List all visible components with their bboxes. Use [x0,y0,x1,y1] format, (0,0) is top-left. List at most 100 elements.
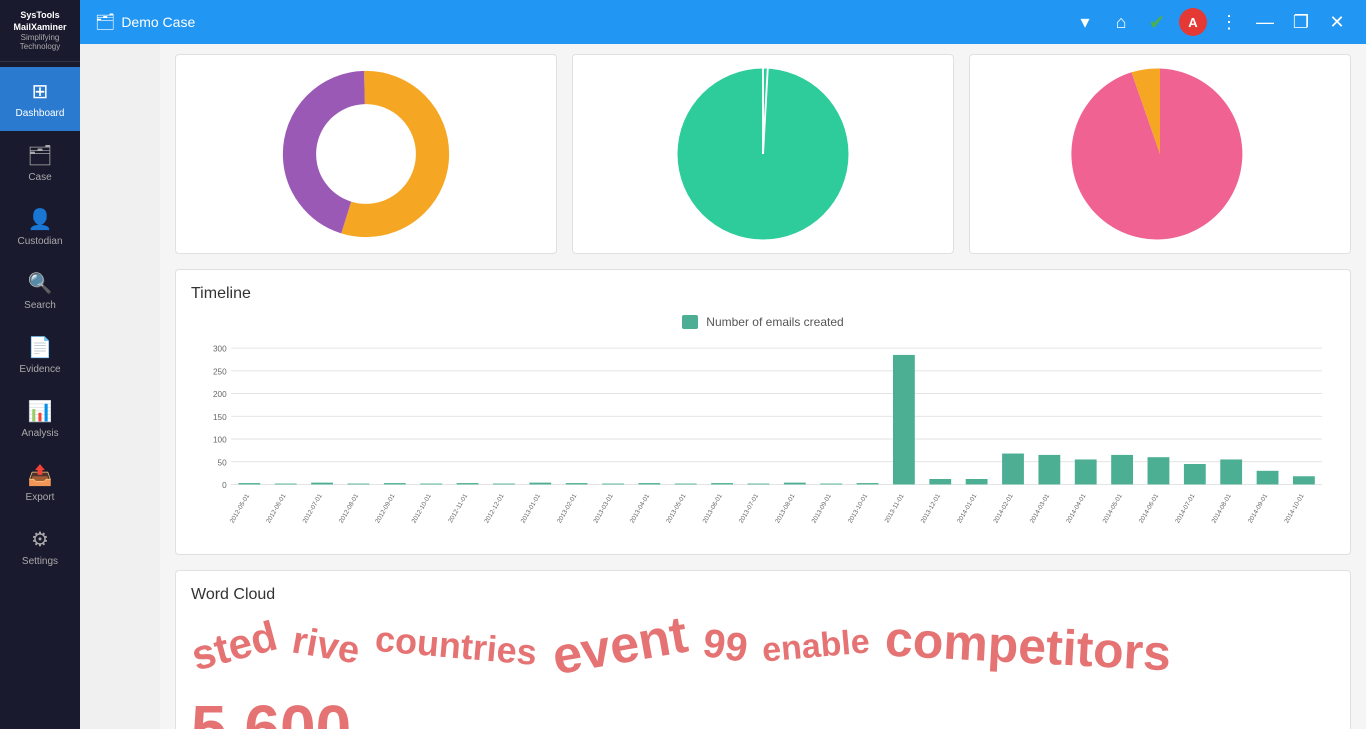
export-icon: 📤 [28,463,53,488]
case-icon-topbar: 🗂 [95,12,115,32]
sidebar-label-search: Search [24,300,56,311]
svg-text:2012-07-01: 2012-07-01 [301,492,324,524]
sidebar-item-evidence[interactable]: 📄 Evidence [0,323,80,387]
sidebar-label-analysis: Analysis [21,428,58,439]
sidebar-item-case[interactable]: 🗂 Case [0,131,80,195]
svg-text:2013-12-01: 2013-12-01 [920,492,943,524]
sidebar-label-custodian: Custodian [17,236,62,247]
avatar[interactable]: A [1179,8,1207,36]
sidebar-item-settings[interactable]: ⚙ Settings [0,515,80,579]
svg-text:2012-05-01: 2012-05-01 [229,492,252,524]
sidebar-label-dashboard: Dashboard [16,108,65,119]
sidebar-label-settings: Settings [22,556,58,567]
case-icon: 🗂 [27,143,52,168]
sidebar-item-search[interactable]: 🔍 Search [0,259,80,323]
svg-text:200: 200 [213,390,227,399]
svg-text:2013-01-01: 2013-01-01 [520,492,543,524]
search-icon: 🔍 [28,271,53,296]
word-countries[interactable]: countries [373,618,538,674]
svg-text:2014-04-01: 2014-04-01 [1065,492,1088,524]
evidence-icon: 📄 [28,335,53,360]
legend-color-box [682,315,698,329]
dropdown-button[interactable]: ▾ [1071,8,1099,36]
restore-button[interactable]: ❐ [1287,8,1315,36]
svg-text:2012-10-01: 2012-10-01 [411,492,434,524]
svg-text:2013-09-01: 2013-09-01 [811,492,834,524]
svg-text:2012-12-01: 2012-12-01 [483,492,506,524]
svg-text:2013-04-01: 2013-04-01 [629,492,652,524]
svg-text:2014-03-01: 2014-03-01 [1029,492,1052,524]
word-enable[interactable]: enable [761,622,872,670]
svg-text:2012-09-01: 2012-09-01 [374,492,397,524]
sidebar-item-dashboard[interactable]: ⊞ Dashboard [0,67,80,131]
svg-text:2013-07-01: 2013-07-01 [738,492,761,524]
sidebar-item-analysis[interactable]: 📊 Analysis [0,387,80,451]
svg-text:150: 150 [213,413,227,422]
svg-text:2012-11-01: 2012-11-01 [447,492,469,524]
timeline-title: Timeline [191,285,1335,303]
main-content: Timeline Number of emails created 0 50 100… [160,44,1366,729]
svg-text:2013-11-01: 2013-11-01 [884,492,906,524]
word-cloud-words: sted rive countries event 99 enable comp… [191,616,1335,729]
svg-text:2013-03-01: 2013-03-01 [592,492,615,524]
word-event[interactable]: event [548,605,692,688]
close-button[interactable]: ✕ [1323,8,1351,36]
more-button[interactable]: ⋮ [1215,8,1243,36]
case-name: Demo Case [121,14,195,30]
sidebar-label-evidence: Evidence [19,364,60,375]
svg-text:2013-10-01: 2013-10-01 [847,492,870,524]
sidebar-label-case: Case [28,172,51,183]
svg-text:2014-01-01: 2014-01-01 [956,492,979,524]
custodian-icon: 👤 [28,207,53,232]
word-sted[interactable]: sted [186,612,282,681]
svg-text:2014-07-01: 2014-07-01 [1174,492,1197,524]
analysis-icon: 📊 [28,399,53,424]
sidebar-item-export[interactable]: 📤 Export [0,451,80,515]
word-rive[interactable]: rive [289,619,363,673]
svg-text:300: 300 [213,345,227,354]
svg-text:2013-06-01: 2013-06-01 [701,492,724,524]
sidebar: SysTools MailXaminer Simplifying Technol… [0,0,80,729]
svg-text:2012-06-01: 2012-06-01 [265,492,288,524]
dashboard-icon: ⊞ [32,79,49,104]
svg-text:2012-08-01: 2012-08-01 [338,492,361,524]
svg-text:100: 100 [213,436,227,445]
svg-text:2014-08-01: 2014-08-01 [1211,492,1234,524]
charts-row [175,54,1351,254]
bar-chart-container: 0 50 100 150 200 250 300 2012-05-01 2012-06-01 20… [191,339,1335,539]
svg-text:50: 50 [218,458,228,467]
svg-text:250: 250 [213,367,227,376]
settings-icon: ⚙ [31,527,49,552]
svg-text:2013-02-01: 2013-02-01 [556,492,579,524]
content-area: Timeline Number of emails created 0 50 100… [160,44,1366,729]
timeline-section: Timeline Number of emails created 0 50 100… [175,269,1351,555]
word-cloud-title: Word Cloud [191,586,1335,604]
word-99[interactable]: 99 [700,621,750,672]
topbar: 🗂 Demo Case ▾ ⌂ ✔ A ⋮ — ❐ ✕ [80,0,1366,44]
sidebar-item-custodian[interactable]: 👤 Custodian [0,195,80,259]
svg-text:2014-09-01: 2014-09-01 [1247,492,1270,524]
svg-text:2014-05-01: 2014-05-01 [1101,492,1124,524]
sidebar-label-export: Export [26,492,55,503]
svg-text:2013-05-01: 2013-05-01 [665,492,688,524]
brand-title: SysTools MailXaminer [5,10,75,33]
topbar-icons: ▾ ⌂ ✔ A ⋮ — ❐ ✕ [1071,8,1351,36]
pie-chart-3 [969,54,1351,254]
word-cloud-section: Word Cloud sted rive countries event 99 … [175,570,1351,729]
svg-text:2014-02-01: 2014-02-01 [992,492,1015,524]
legend-label: Number of emails created [706,315,843,329]
word-competitors[interactable]: competitors [884,610,1173,683]
svg-text:2014-10-01: 2014-10-01 [1283,492,1306,524]
chart-legend: Number of emails created [191,315,1335,329]
sidebar-brand: SysTools MailXaminer Simplifying Technol… [0,0,80,62]
brand-sub: Simplifying Technology [5,33,75,51]
check-button[interactable]: ✔ [1143,8,1171,36]
pie-chart-2 [572,54,954,254]
svg-text:0: 0 [222,481,227,490]
donut-chart-1 [175,54,557,254]
word-5600[interactable]: 5,600 [191,691,351,729]
home-button[interactable]: ⌂ [1107,8,1135,36]
svg-text:2013-08-01: 2013-08-01 [774,492,797,524]
timeline-chart: 0 50 100 150 200 250 300 2012-05-01 2012-06-01 20… [191,339,1335,539]
minimize-button[interactable]: — [1251,8,1279,36]
